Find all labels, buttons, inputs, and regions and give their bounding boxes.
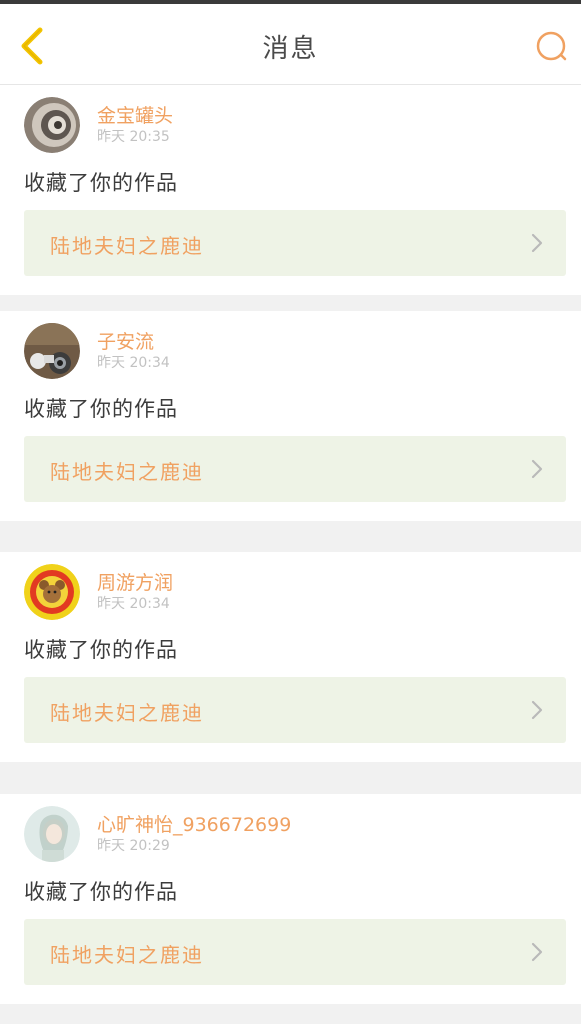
action-text: 收藏了你的作品 [24, 397, 178, 421]
work-title: 陆地夫妇之鹿迪 [50, 943, 204, 967]
app-header: 消息 [0, 4, 581, 85]
avatar[interactable] [24, 806, 80, 862]
chevron-right-icon [531, 942, 543, 962]
message-item: 心旷神怡_936672699 昨天 20:29 收藏了你的作品 陆地夫妇之鹿迪 [0, 794, 581, 1004]
message-time: 昨天 20:29 [97, 838, 170, 854]
avatar[interactable] [24, 564, 80, 620]
work-link[interactable]: 陆地夫妇之鹿迪 [24, 210, 566, 276]
chevron-right-icon [531, 233, 543, 253]
message-time: 昨天 20:34 [97, 355, 170, 371]
work-title: 陆地夫妇之鹿迪 [50, 234, 204, 258]
user-name[interactable]: 周游方润 [97, 568, 173, 595]
message-time: 昨天 20:34 [97, 596, 170, 612]
chevron-right-icon [531, 700, 543, 720]
search-icon [536, 31, 567, 61]
avatar[interactable] [24, 323, 80, 379]
chevron-right-icon [531, 459, 543, 479]
action-text: 收藏了你的作品 [24, 880, 178, 904]
user-name[interactable]: 金宝罐头 [97, 101, 173, 128]
work-title: 陆地夫妇之鹿迪 [50, 460, 204, 484]
work-link[interactable]: 陆地夫妇之鹿迪 [24, 919, 566, 985]
avatar[interactable] [24, 97, 80, 153]
message-item: 子安流 昨天 20:34 收藏了你的作品 陆地夫妇之鹿迪 [0, 311, 581, 521]
work-title: 陆地夫妇之鹿迪 [50, 701, 204, 725]
message-item: 金宝罐头 昨天 20:35 收藏了你的作品 陆地夫妇之鹿迪 [0, 85, 581, 295]
page-title: 消息 [262, 34, 319, 64]
work-link[interactable]: 陆地夫妇之鹿迪 [24, 677, 566, 743]
user-name[interactable]: 子安流 [97, 327, 154, 354]
message-time: 昨天 20:35 [97, 129, 170, 145]
action-text: 收藏了你的作品 [24, 638, 178, 662]
message-item: 周游方润 昨天 20:34 收藏了你的作品 陆地夫妇之鹿迪 [0, 552, 581, 762]
work-link[interactable]: 陆地夫妇之鹿迪 [24, 436, 566, 502]
user-name[interactable]: 心旷神怡_936672699 [97, 810, 291, 837]
action-text: 收藏了你的作品 [24, 171, 178, 195]
search-button[interactable] [533, 28, 571, 66]
